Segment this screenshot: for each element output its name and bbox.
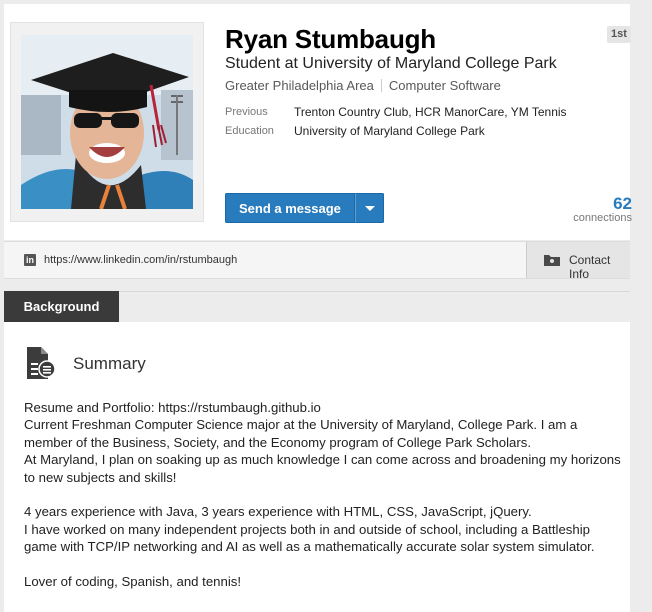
send-message-button[interactable]: Send a message — [225, 193, 355, 223]
document-icon — [27, 347, 56, 379]
profile-photo[interactable] — [21, 35, 193, 209]
summary-text: Resume and Portfolio: https://rstumbaugh… — [24, 399, 624, 590]
linkedin-icon: in — [24, 254, 36, 266]
profile-card: Ryan Stumbaugh 1st Student at University… — [4, 4, 632, 240]
summary-spacer — [24, 486, 624, 503]
previous-value[interactable]: Trenton Country Club, HCR ManorCare, YM … — [294, 105, 567, 119]
chevron-down-icon — [364, 206, 375, 211]
location-link[interactable]: Greater Philadelphia Area — [225, 78, 374, 93]
profile-name: Ryan Stumbaugh — [225, 24, 436, 54]
summary-line: 4 years experience with Java, 3 years ex… — [24, 504, 532, 520]
send-message-group: Send a message — [225, 193, 384, 223]
tab-background[interactable]: Background — [4, 291, 119, 322]
industry-link[interactable]: Computer Software — [389, 78, 501, 93]
summary-line: Current Freshman Computer Science major … — [24, 417, 578, 450]
summary-line: I have worked on many independent projec… — [24, 521, 595, 555]
education-value[interactable]: University of Maryland College Park — [294, 124, 485, 138]
profile-photo-frame — [10, 22, 204, 222]
folder-card-icon — [544, 255, 560, 266]
summary-line: Resume and Portfolio: https://rstumbaugh… — [24, 400, 321, 415]
contact-info-button[interactable]: Contact Info — [526, 242, 630, 281]
connection-degree-badge: 1st — [607, 26, 631, 43]
location-industry-line: Greater Philadelphia Area Computer Softwa… — [225, 78, 501, 93]
summary-line: At Maryland, I plan on soaking up as muc… — [24, 452, 621, 485]
summary-spacer — [24, 556, 624, 573]
profile-headline: Student at University of Maryland Colleg… — [225, 55, 557, 72]
contact-info-label: Contact Info — [569, 253, 611, 281]
summary-section: Summary Resume and Portfolio: https://rs… — [4, 322, 630, 612]
separator — [380, 79, 382, 92]
connections-label: connections — [573, 212, 632, 224]
connections-count[interactable]: 62 — [564, 194, 632, 214]
public-profile-bar: in https://www.linkedin.com/in/rstumbaug… — [4, 241, 630, 281]
education-label: Education — [225, 125, 274, 137]
summary-line: Lover of coding, Spanish, and tennis! — [24, 574, 242, 590]
summary-heading: Summary — [73, 354, 146, 373]
more-actions-dropdown[interactable] — [354, 193, 384, 223]
previous-label: Previous — [225, 106, 268, 118]
public-profile-url[interactable]: https://www.linkedin.com/in/rstumbaugh — [44, 254, 237, 266]
